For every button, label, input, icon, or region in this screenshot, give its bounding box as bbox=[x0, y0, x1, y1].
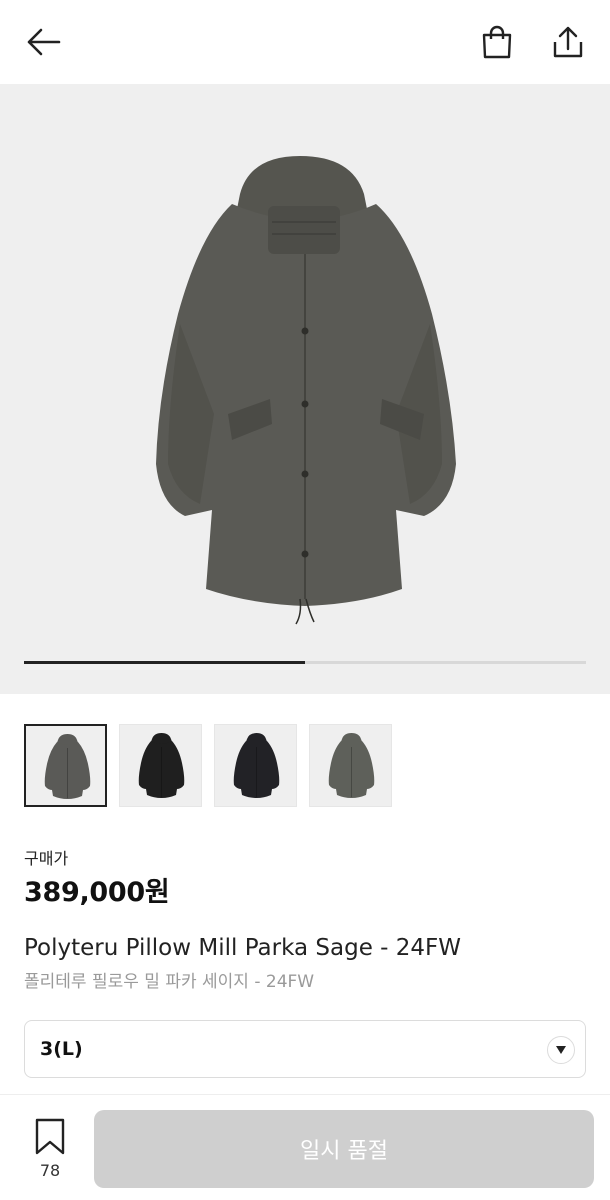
thumbnail-4[interactable] bbox=[309, 724, 392, 807]
parka-thumbnail-image bbox=[233, 733, 280, 798]
shopping-bag-icon bbox=[482, 25, 512, 59]
thumbnail-3[interactable] bbox=[214, 724, 297, 807]
size-select[interactable]: 3(L) bbox=[24, 1020, 586, 1078]
share-icon bbox=[553, 26, 583, 58]
bottom-action-bar: 78 일시 품절 bbox=[0, 1094, 610, 1200]
product-name-ko: 폴리테루 필로우 밀 파카 세이지 - 24FW bbox=[24, 972, 315, 992]
price-label: 구매가 bbox=[24, 849, 69, 868]
arrow-left-icon bbox=[27, 28, 61, 56]
soldout-button[interactable]: 일시 품절 bbox=[94, 1110, 594, 1188]
carousel-progress bbox=[24, 661, 586, 664]
thumbnail-list bbox=[24, 724, 392, 807]
size-select-value: 3(L) bbox=[40, 1038, 83, 1060]
product-image-carousel[interactable] bbox=[0, 84, 610, 694]
wishlist-count: 78 bbox=[39, 1161, 61, 1180]
parka-thumbnail-image bbox=[328, 733, 375, 798]
bookmark-icon bbox=[35, 1118, 65, 1155]
product-name-en: Polyteru Pillow Mill Parka Sage - 24FW bbox=[24, 935, 461, 961]
product-price: 389,000원 bbox=[24, 877, 170, 908]
shopping-bag-button[interactable] bbox=[474, 20, 520, 64]
back-button[interactable] bbox=[18, 22, 68, 62]
top-navigation bbox=[0, 0, 610, 84]
parka-thumbnail-image bbox=[44, 734, 91, 799]
thumbnail-1[interactable] bbox=[24, 724, 107, 807]
parka-thumbnail-image bbox=[138, 733, 185, 798]
carousel-progress-fill bbox=[24, 661, 305, 664]
wishlist-button[interactable]: 78 bbox=[24, 1117, 76, 1187]
thumbnail-2[interactable] bbox=[119, 724, 202, 807]
chevron-down-icon bbox=[547, 1036, 575, 1064]
parka-image bbox=[156, 156, 456, 625]
share-button[interactable] bbox=[545, 20, 591, 64]
